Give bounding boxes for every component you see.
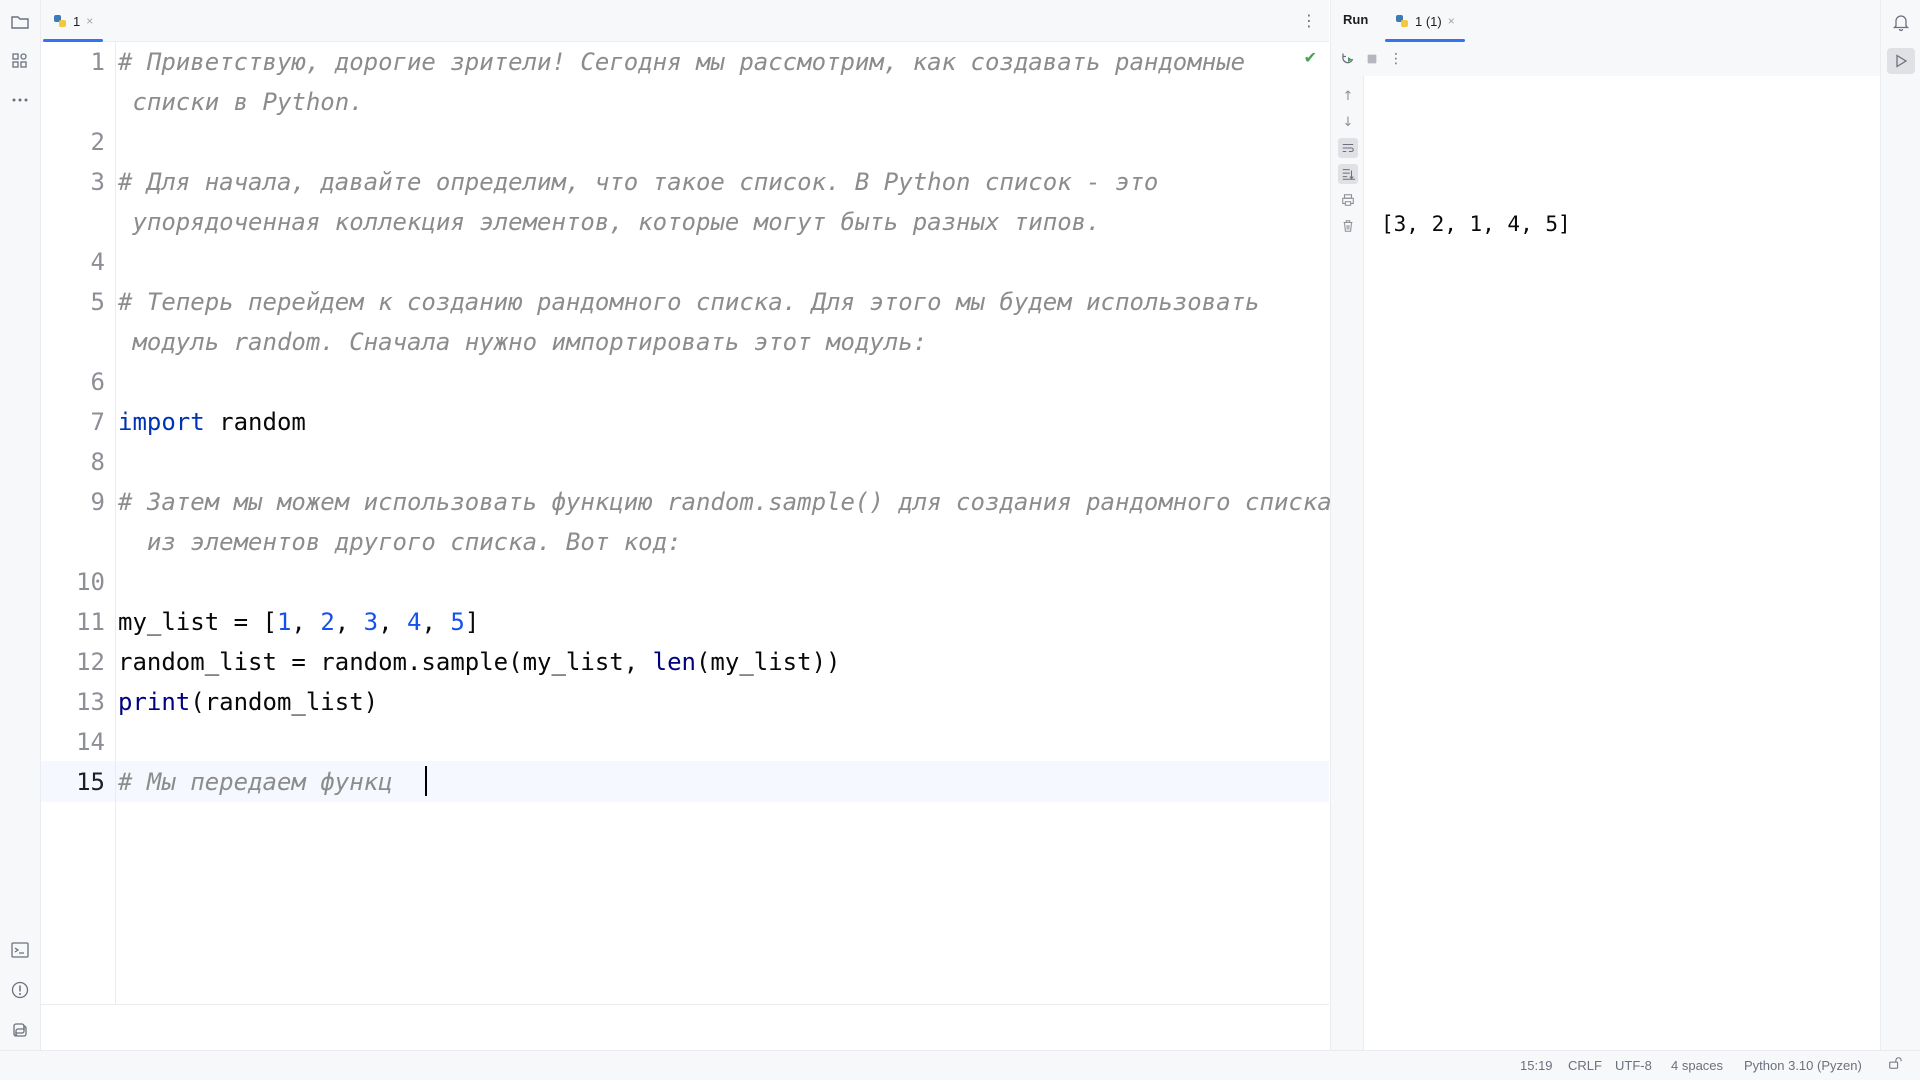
run-config-tab[interactable]: 1 (1) ×: [1385, 0, 1465, 42]
code-token: ]: [464, 608, 480, 636]
code-line: # Затем мы можем использовать функцию ra…: [118, 488, 1332, 516]
code-line: import random: [118, 408, 306, 436]
code-token: ,: [378, 608, 408, 636]
python-file-icon: [54, 15, 66, 27]
python-packages-icon[interactable]: [8, 1018, 32, 1042]
run-toolbar: ⋮: [1331, 42, 1881, 76]
scroll-down-icon[interactable]: ↓: [1338, 112, 1358, 132]
code-line: списки в Python.: [118, 88, 364, 116]
folder-icon[interactable]: [8, 10, 32, 34]
builtin-token: len: [652, 648, 696, 676]
soft-wrap-icon[interactable]: [1338, 138, 1358, 158]
line-number: 5: [90, 288, 105, 316]
line-number: 6: [90, 368, 105, 396]
code-token: ,: [334, 608, 364, 636]
editor-tab-bar: 1 × ⋮: [41, 0, 1329, 42]
line-number: 13: [76, 688, 105, 716]
run-sidebar: ↑ ↓: [1331, 76, 1364, 1050]
code-line: print(random_list): [118, 688, 378, 716]
file-encoding[interactable]: UTF-8: [1615, 1058, 1652, 1073]
keyword-token: import: [118, 408, 205, 436]
code-line: из элементов другого списка. Вот код:: [118, 528, 682, 556]
caret-position[interactable]: 15:19: [1520, 1058, 1553, 1073]
code-line-current: # Мы передаем функц: [118, 768, 393, 796]
print-icon[interactable]: [1338, 190, 1358, 210]
code-editor[interactable]: 1 2 3 4 5 6 7 8 9 10 11 12 13 14 15 # Пр…: [41, 42, 1332, 1026]
console-output[interactable]: [3, 2, 1, 4, 5]: [1381, 212, 1571, 236]
code-line: my_list = [1, 2, 3, 4, 5]: [118, 608, 479, 636]
unlock-icon[interactable]: [1888, 1056, 1902, 1073]
line-number: 2: [90, 128, 105, 156]
builtin-token: print: [118, 688, 191, 716]
editor-tab-label: 1: [73, 13, 81, 29]
run-title[interactable]: Run: [1343, 12, 1368, 27]
indent-setting[interactable]: 4 spaces: [1671, 1058, 1723, 1073]
line-separator[interactable]: CRLF: [1568, 1058, 1602, 1073]
line-number: 14: [76, 728, 105, 756]
close-icon[interactable]: ×: [86, 14, 93, 28]
problems-icon[interactable]: [8, 978, 32, 1002]
code-line: упорядоченная коллекция элементов, котор…: [118, 208, 1101, 236]
more-vertical-icon[interactable]: ⋮: [1301, 12, 1317, 30]
line-number: 3: [90, 168, 105, 196]
left-tool-strip: [0, 0, 41, 1050]
line-number-gutter: 1 2 3 4 5 6 7 8 9 10 11 12 13 14 15: [41, 42, 116, 1026]
number-token: 1: [276, 608, 292, 636]
more-vertical-icon[interactable]: ⋮: [1387, 50, 1405, 68]
line-number-current: 15: [76, 768, 105, 796]
run-tab-label: 1 (1): [1415, 13, 1442, 29]
code-token: (random_list): [190, 688, 379, 716]
scroll-to-end-icon[interactable]: [1338, 164, 1358, 184]
right-tool-strip: [1880, 0, 1920, 1050]
code-token: my_list = [: [118, 608, 277, 636]
stop-icon[interactable]: [1363, 50, 1381, 68]
number-token: 2: [320, 608, 335, 636]
number-token: 5: [450, 608, 465, 636]
run-tool-window: Run 1 (1) × ⋮ ↑ ↓ [3, 2, 1, 4, 5]: [1330, 0, 1881, 1050]
code-line: # Приветствую, дорогие зрители! Сегодня …: [118, 48, 1246, 76]
number-token: 4: [407, 608, 422, 636]
code-token: random_list = random.sample(my_list,: [118, 648, 653, 676]
number-token: 3: [363, 608, 379, 636]
code-token: ,: [291, 608, 321, 636]
scroll-up-icon[interactable]: ↑: [1338, 86, 1358, 106]
structure-icon[interactable]: [8, 49, 32, 73]
code-line: # Теперь перейдем к созданию рандомного …: [118, 288, 1260, 316]
line-number: 4: [90, 248, 105, 276]
run-icon[interactable]: [1887, 48, 1915, 74]
line-number: 11: [76, 608, 105, 636]
rerun-icon[interactable]: [1339, 50, 1357, 68]
code-line: random_list = random.sample(my_list, len…: [118, 648, 840, 676]
text-caret: [425, 766, 427, 796]
python-interpreter[interactable]: Python 3.10 (Pyzen): [1744, 1058, 1862, 1073]
code-token: (my_list)): [695, 648, 841, 676]
editor-tab[interactable]: 1 ×: [43, 0, 104, 42]
horizontal-scrollbar[interactable]: [41, 1004, 1329, 1026]
code-token: ,: [421, 608, 451, 636]
status-bar: 15:19 CRLF UTF-8 4 spaces Python 3.10 (P…: [0, 1050, 1920, 1080]
code-line: # Для начала, давайте определим, что так…: [118, 168, 1159, 196]
notifications-icon[interactable]: [1889, 10, 1913, 34]
line-number: 1: [90, 48, 105, 76]
code-token: random: [204, 408, 306, 436]
terminal-icon[interactable]: [8, 938, 32, 962]
run-header: Run 1 (1) ×: [1331, 0, 1881, 42]
more-icon[interactable]: [8, 88, 32, 112]
close-icon[interactable]: ×: [1448, 14, 1455, 28]
line-number: 7: [90, 408, 105, 436]
line-number: 12: [76, 648, 105, 676]
line-number: 10: [76, 568, 105, 596]
code-line: модуль random. Сначала нужно импортирова…: [118, 328, 928, 356]
line-number: 8: [90, 448, 105, 476]
clear-icon[interactable]: [1338, 216, 1358, 236]
python-file-icon: [1396, 15, 1408, 27]
line-number: 9: [90, 488, 105, 516]
check-icon[interactable]: ✔: [1304, 48, 1317, 67]
